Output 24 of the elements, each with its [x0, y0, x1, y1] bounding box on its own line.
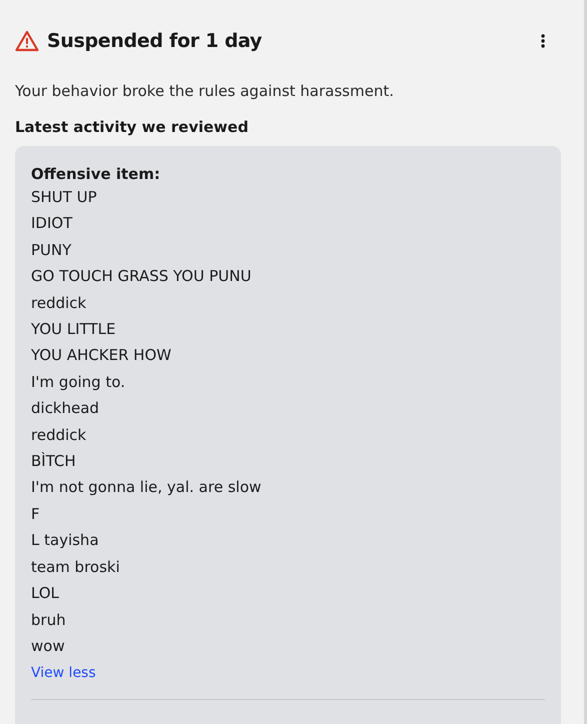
- message-line: dickhead: [31, 398, 100, 420]
- message-line: PUNY: [31, 240, 72, 261]
- suspension-title: Suspended for 1 day: [47, 30, 263, 52]
- message-line: F: [31, 504, 40, 525]
- message-line: I'm going to.: [31, 372, 126, 393]
- suspension-message: Your behavior broke the rules against harassment.: [15, 82, 395, 100]
- view-less-link[interactable]: View less: [31, 663, 96, 684]
- message-line: reddick: [31, 292, 86, 314]
- message-line: L tayisha: [31, 530, 99, 552]
- message-line: SHUT UP: [31, 187, 97, 208]
- item-label: Offensive item:: [31, 164, 162, 184]
- message-line: LOL: [31, 583, 59, 604]
- message-line: team broski: [31, 556, 120, 578]
- message-line: reddick: [31, 424, 86, 446]
- message-line: YOU AHCKER HOW: [31, 345, 172, 366]
- message-line: bruh: [31, 610, 66, 630]
- message-line: BÌTCH: [31, 451, 76, 472]
- warning-icon: [15, 30, 39, 52]
- message-line: IDIOT: [31, 213, 72, 234]
- message-line: wow: [31, 636, 65, 657]
- message-line: GO TOUCH GRASS YOU PUNU: [31, 266, 252, 288]
- message-line: YOU LITTLE: [31, 319, 116, 340]
- section-heading: Latest activity we reviewed: [15, 118, 250, 136]
- message-line: I'm not gonna lie, yal. are slow: [31, 477, 262, 498]
